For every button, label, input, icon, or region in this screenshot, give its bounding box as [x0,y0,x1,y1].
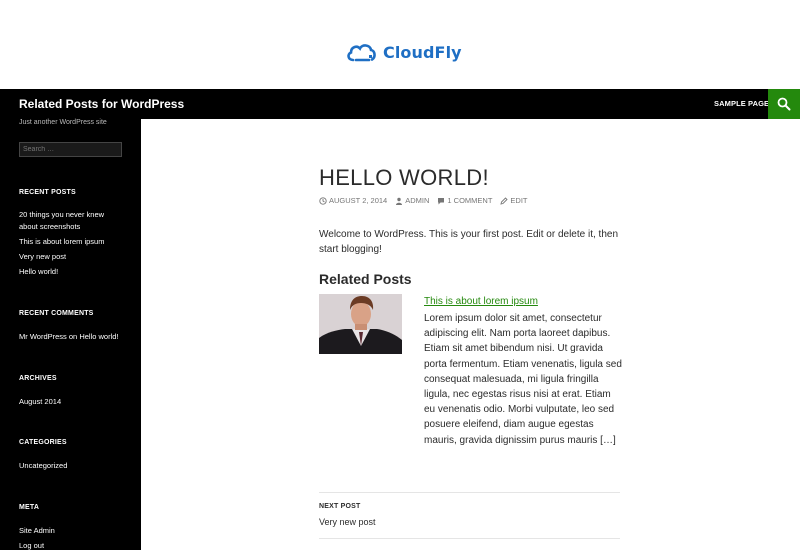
related-post-thumbnail[interactable] [319,294,402,354]
next-post-label: NEXT POST [319,503,361,510]
related-post-title-link[interactable]: This is about lorem ipsum [424,296,538,307]
post-date-text: AUGUST 2, 2014 [329,196,388,205]
cloud-icon [345,40,377,64]
post-comments-text: 1 COMMENT [447,196,493,205]
recent-post-link[interactable]: This is about lorem ipsum [19,236,104,248]
brand-bar: CloudFly [0,0,800,89]
site-tagline: Just another WordPress site [19,119,107,126]
post-edit[interactable]: EDIT [500,196,528,205]
comment-icon [438,197,445,204]
post-author[interactable]: ADMIN [395,196,429,205]
post-author-text: ADMIN [405,196,430,205]
post-meta: AUGUST 2, 2014 ADMIN 1 COMMENT EDIT [319,196,528,205]
post-edit-text: EDIT [510,196,528,205]
meta-link[interactable]: Log out [19,540,44,550]
categories-title: CATEGORIES [19,439,67,446]
post-nav-divider [319,492,620,493]
comment-post-link[interactable]: Hello world! [79,332,118,341]
person-photo-image [319,294,402,354]
brand-name: CloudFly [383,42,462,62]
post-comments[interactable]: 1 COMMENT [437,196,492,205]
comment-author-link[interactable]: Mr WordPress [19,332,67,341]
archive-link[interactable]: August 2014 [19,396,61,408]
site-header: Related Posts for WordPress SAMPLE PAGE [0,89,800,119]
pencil-icon [500,196,509,205]
comment-on-text: on [68,332,78,341]
clock-icon [319,196,327,205]
search-toggle-button[interactable] [768,89,800,119]
related-posts-heading: Related Posts [319,271,412,287]
sidebar: Just another WordPress site RECENT POSTS… [0,119,141,550]
meta-link[interactable]: Site Admin [19,525,55,537]
recent-post-link[interactable]: Hello world! [19,266,58,278]
nav-item-sample-page[interactable]: SAMPLE PAGE [714,99,769,108]
post-title: HELLO WORLD! [319,165,489,190]
user-icon [396,197,403,205]
brand-logo[interactable]: CloudFly [345,40,462,64]
search-input[interactable] [19,142,122,157]
next-post-link[interactable]: Very new post [319,517,376,527]
recent-comments-title: RECENT COMMENTS [19,310,94,317]
recent-post-link[interactable]: 20 things you never knew about screensho… [19,209,119,233]
recent-comment-entry: Mr WordPress on Hello world! [19,331,119,343]
category-link[interactable]: Uncategorized [19,460,67,472]
meta-title: META [19,504,40,511]
post-date[interactable]: AUGUST 2, 2014 [319,196,387,205]
post-nav-divider [319,538,620,539]
post-body: Welcome to WordPress. This is your first… [319,229,619,255]
archives-title: ARCHIVES [19,375,57,382]
recent-posts-title: RECENT POSTS [19,189,76,196]
recent-post-link[interactable]: Very new post [19,251,66,263]
search-icon [777,97,791,111]
site-title[interactable]: Related Posts for WordPress [19,97,184,111]
related-post-excerpt: Lorem ipsum dolor sit amet, consectetur … [424,313,622,446]
